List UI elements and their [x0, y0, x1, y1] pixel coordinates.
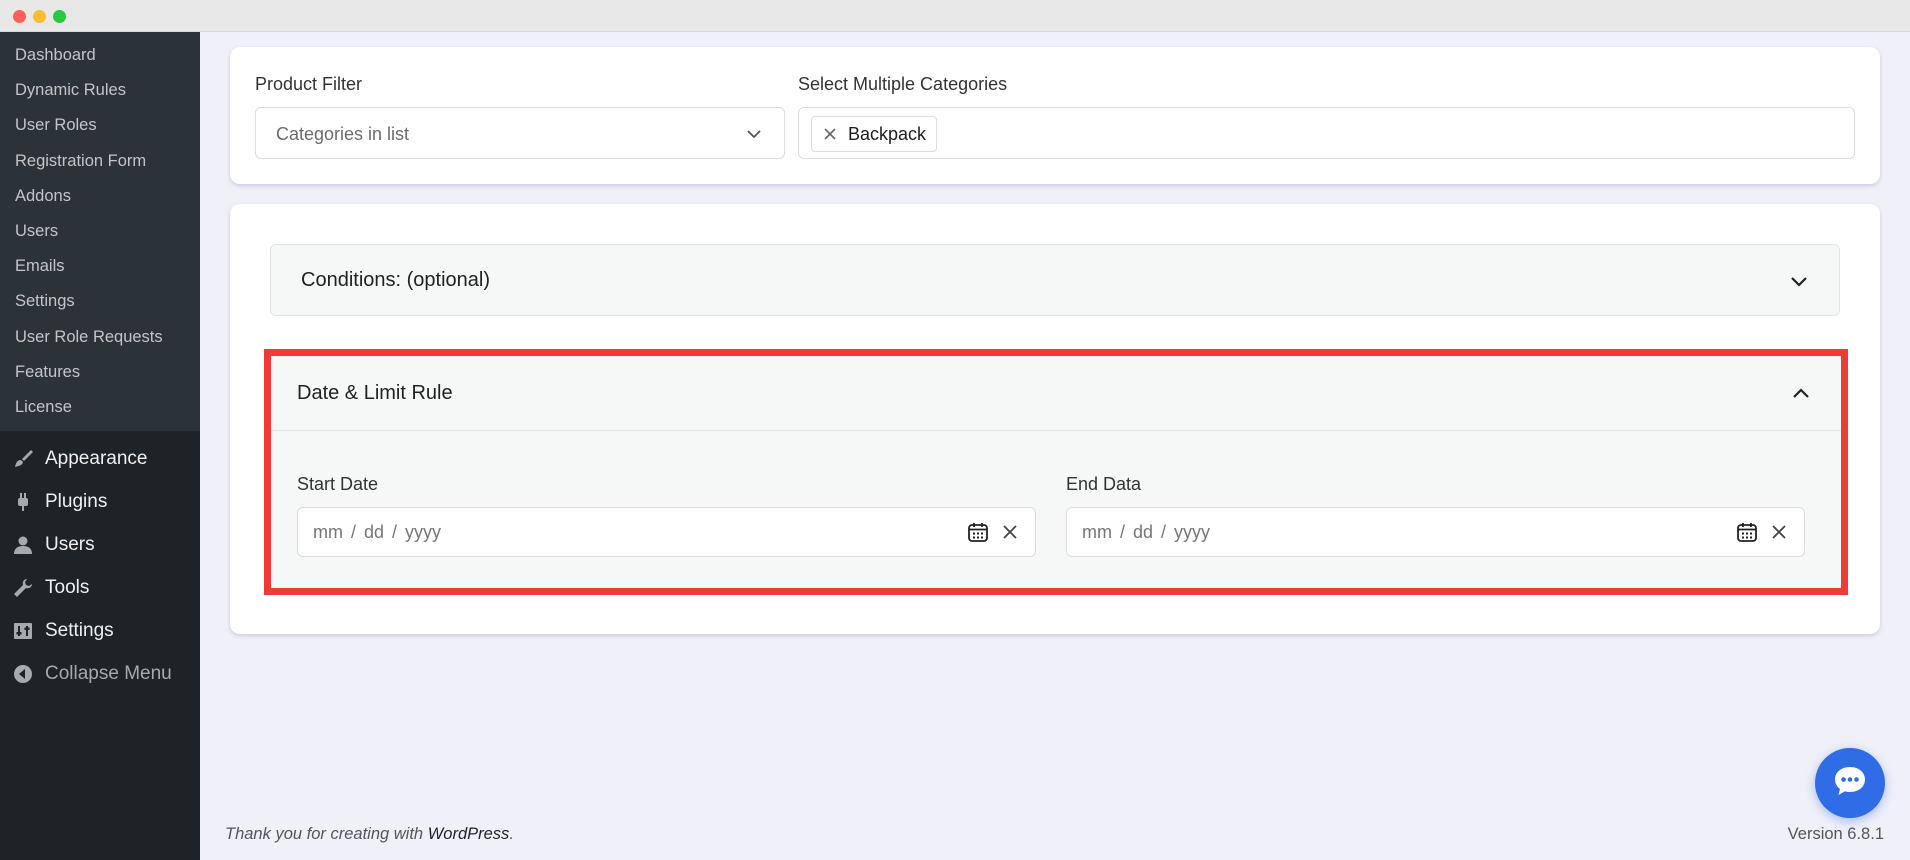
submenu-item-addons[interactable]: Addons [0, 179, 200, 214]
submenu-item-registration-form[interactable]: Registration Form [0, 144, 200, 179]
wordpress-link[interactable]: WordPress [428, 825, 510, 843]
submenu-item-dynamic-rules[interactable]: Dynamic Rules [0, 73, 200, 108]
menu-item-settings[interactable]: Settings [0, 609, 200, 652]
sliders-icon [12, 620, 34, 642]
clear-date-icon[interactable] [1001, 523, 1019, 546]
end-date-placeholder: mm / dd / yyyy [1082, 522, 1211, 542]
menu-item-label: Settings [45, 619, 114, 641]
menu-item-label: Appearance [45, 447, 148, 469]
calendar-icon[interactable] [967, 521, 989, 548]
category-chip-label: Backpack [848, 123, 927, 144]
end-date-label: End Data [1066, 474, 1142, 494]
product-filter-value: Categories in list [276, 124, 410, 144]
plugin-submenu: Dashboard Dynamic Rules User Roles Regis… [0, 32, 200, 431]
plugin-icon [12, 491, 34, 513]
category-chip: Backpack [811, 116, 938, 152]
product-filter-select[interactable]: Categories in list [255, 107, 785, 159]
menu-item-users[interactable]: Users [0, 523, 200, 566]
chat-bubble-icon [1831, 762, 1869, 805]
submenu-item-features[interactable]: Features [0, 355, 200, 390]
calendar-icon[interactable] [1736, 521, 1758, 548]
menu-item-tools[interactable]: Tools [0, 566, 200, 609]
product-filter-label: Product Filter [255, 74, 363, 94]
start-date-placeholder: mm / dd / yyyy [313, 522, 442, 542]
submenu-item-user-roles[interactable]: User Roles [0, 108, 200, 143]
categories-multiselect[interactable]: Backpack [798, 107, 1855, 159]
footer-period: . [509, 825, 514, 843]
submenu-item-settings[interactable]: Settings [0, 284, 200, 319]
end-date-input[interactable]: mm / dd / yyyy [1066, 507, 1805, 557]
remove-chip-icon[interactable] [820, 124, 840, 144]
minimize-window-button[interactable] [33, 10, 46, 23]
submenu-item-emails[interactable]: Emails [0, 249, 200, 284]
conditions-title: Conditions: (optional) [301, 269, 490, 291]
collapse-arrow-icon [12, 663, 34, 685]
date-limit-accordion-header[interactable]: Date & Limit Rule [271, 356, 1841, 431]
date-limit-panel: Date & Limit Rule Start Date mm / dd / y… [264, 349, 1848, 595]
submenu-item-user-role-requests[interactable]: User Role Requests [0, 320, 200, 355]
menu-item-label: Plugins [45, 490, 108, 512]
window-titlebar [0, 0, 1910, 32]
submenu-item-users[interactable]: Users [0, 214, 200, 249]
wrench-icon [12, 577, 34, 599]
user-icon [12, 534, 34, 556]
admin-sidebar: Dashboard Dynamic Rules User Roles Regis… [0, 32, 200, 860]
conditions-accordion[interactable]: Conditions: (optional) [270, 244, 1840, 316]
footer-thanks-text: Thank you for creating with [225, 825, 424, 843]
start-date-label: Start Date [297, 474, 379, 494]
rules-card: Conditions: (optional) Date & Limit Rule… [230, 204, 1880, 634]
date-limit-title: Date & Limit Rule [297, 382, 453, 404]
chevron-down-icon [1789, 271, 1809, 296]
menu-item-plugins[interactable]: Plugins [0, 480, 200, 523]
footer-credit: Thank you for creating with WordPress. [225, 825, 514, 844]
version-text: Version 6.8.1 [1787, 825, 1884, 843]
categories-label: Select Multiple Categories [798, 74, 1008, 94]
chevron-up-icon [1791, 384, 1811, 409]
paintbrush-icon [12, 448, 34, 470]
collapse-menu-button[interactable]: Collapse Menu [0, 652, 200, 695]
product-filter-card: Product Filter Categories in list Select… [230, 47, 1880, 184]
submenu-item-license[interactable]: License [0, 390, 200, 425]
start-date-input[interactable]: mm / dd / yyyy [297, 507, 1036, 557]
chevron-down-icon [746, 126, 762, 147]
submenu-item-dashboard[interactable]: Dashboard [0, 38, 200, 73]
menu-item-label: Collapse Menu [45, 662, 172, 684]
maximize-window-button[interactable] [53, 10, 66, 23]
clear-date-icon[interactable] [1770, 523, 1788, 546]
admin-menu: Appearance Plugins Users Tools Settings [0, 431, 200, 695]
menu-item-label: Users [45, 533, 95, 555]
close-window-button[interactable] [13, 10, 26, 23]
chat-button[interactable] [1815, 748, 1885, 818]
menu-item-appearance[interactable]: Appearance [0, 437, 200, 480]
menu-item-label: Tools [45, 576, 90, 598]
